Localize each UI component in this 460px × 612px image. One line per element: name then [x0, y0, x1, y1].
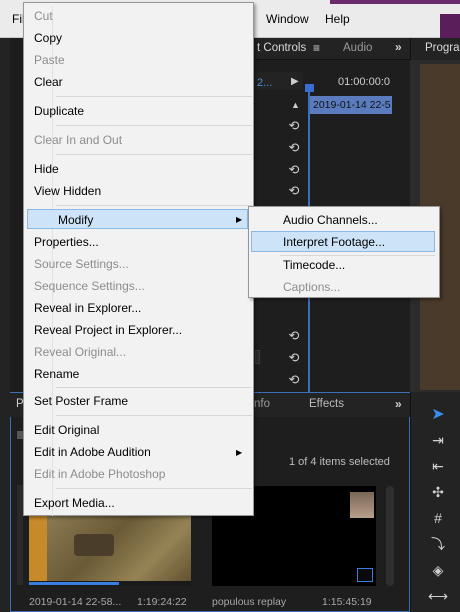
menu-item-cut[interactable]: Cut [24, 6, 229, 26]
sequence-badge-icon [357, 568, 373, 582]
reset-icon[interactable]: ⟲ [287, 373, 301, 387]
slip-icon[interactable]: ◈ [428, 561, 448, 579]
menu-separator [56, 415, 252, 416]
tab-audio[interactable]: Audio [343, 42, 372, 54]
scrollbar[interactable] [386, 486, 394, 586]
tab-effect-controls[interactable]: t Controls [257, 42, 306, 54]
selection-tool-icon[interactable]: ➤ [428, 406, 448, 424]
thumbnail-scrub-progress [29, 582, 119, 585]
reset-icon[interactable]: ⟲ [287, 329, 301, 343]
window-accent-strip [330, 0, 460, 4]
slide-icon[interactable]: ⟷ [428, 587, 448, 605]
menu-separator [56, 488, 252, 489]
menu-item-hide[interactable]: Hide [24, 159, 229, 179]
menu-item-reveal-in-explorer[interactable]: Reveal in Explorer... [24, 298, 229, 318]
menu-item-export-media[interactable]: Export Media... [24, 493, 229, 513]
rolling-edit-icon[interactable]: ✣ [428, 483, 448, 501]
ripple-edit-icon[interactable]: ⇤ [428, 457, 448, 475]
menu-item-view-hidden[interactable]: View Hidden [24, 181, 229, 201]
menu-item-properties[interactable]: Properties... [24, 232, 229, 252]
tab-program[interactable]: Program [425, 42, 460, 54]
playhead-marker[interactable] [305, 84, 314, 92]
clip-duration: 1:15:45:19 [322, 596, 372, 608]
clip-name[interactable]: populous replay [212, 596, 286, 608]
tools-panel [410, 392, 460, 612]
rate-stretch-icon[interactable]: # [428, 509, 448, 527]
chevron-right-icon[interactable]: » [395, 397, 402, 411]
clip-duration: 1:19:24:22 [137, 596, 187, 608]
menu-separator [56, 125, 252, 126]
clip-name[interactable]: 2019-01-14 22-58... [29, 596, 121, 608]
items-selected-count: 1 of 4 items selected [289, 456, 390, 468]
menu-window[interactable]: Window [266, 12, 309, 26]
menu-item-paste[interactable]: Paste [24, 50, 229, 70]
menu-item-reveal-project[interactable]: Reveal Project in Explorer... [24, 320, 229, 340]
menu-item-timecode[interactable]: Timecode... [283, 258, 345, 272]
reset-icon[interactable]: ⟲ [287, 141, 301, 155]
tab-effects[interactable]: Effects [309, 398, 344, 410]
chevron-right-icon[interactable]: » [395, 40, 402, 54]
razor-icon[interactable]: ⤵ [428, 535, 448, 553]
ec-timecode: 01:00:00:0 [338, 76, 390, 88]
menu-item-clear-in-out[interactable]: Clear In and Out [24, 130, 229, 150]
menu-item-source-settings[interactable]: Source Settings... [24, 254, 229, 274]
menu-item-duplicate[interactable]: Duplicate [24, 101, 229, 121]
clip-thumbnail[interactable] [29, 516, 191, 586]
menu-item-interpret-footage[interactable]: Interpret Footage... [283, 235, 385, 249]
menu-help[interactable]: Help [325, 12, 350, 26]
menu-item-set-poster-frame[interactable]: Set Poster Frame [24, 391, 229, 411]
menu-item-sequence-settings[interactable]: Sequence Settings... [24, 276, 229, 296]
ec-value-field[interactable] [255, 350, 260, 364]
reset-icon[interactable]: ⟲ [287, 351, 301, 365]
thumbnail-detail [74, 534, 114, 556]
thumbnail-ui-sidebar [29, 516, 47, 586]
menu-item-audio-channels[interactable]: Audio Channels... [283, 213, 378, 227]
menu-separator [280, 255, 435, 256]
program-monitor-header: Program [410, 38, 460, 60]
menu-separator [56, 387, 252, 388]
webcam-thumbnail [350, 492, 374, 518]
collapse-up-icon[interactable]: ▲ [291, 100, 300, 110]
menu-item-rename[interactable]: Rename [24, 364, 229, 384]
submenu-arrow-icon: ▶ [236, 448, 243, 457]
menu-item-captions[interactable]: Captions... [283, 280, 340, 294]
menu-item-edit-original[interactable]: Edit Original [24, 420, 229, 440]
left-panel-edge [0, 38, 10, 612]
ec-clip-bar[interactable]: 2019-01-14 22-5 [310, 96, 392, 114]
reset-icon[interactable]: ⟲ [287, 119, 301, 133]
menu-item-modify[interactable]: Modify [27, 209, 248, 229]
effect-controls-header: t Controls ≡ Audio » [255, 38, 410, 60]
menu-separator [56, 96, 252, 97]
menu-item-clear[interactable]: Clear [24, 72, 229, 92]
menu-separator [56, 154, 252, 155]
thumbnail-image [47, 516, 191, 586]
hamburger-icon[interactable]: ≡ [313, 41, 320, 55]
menu-item-reveal-original[interactable]: Reveal Original... [24, 342, 229, 362]
play-icon[interactable]: ▶ [291, 76, 299, 87]
menu-item-edit-in-photoshop[interactable]: Edit in Adobe Photoshop [24, 464, 229, 484]
menu-separator [56, 205, 252, 206]
menu-item-edit-in-audition[interactable]: Edit in Adobe Audition [24, 442, 229, 462]
tab-info[interactable]: nfo [254, 398, 270, 410]
reset-icon[interactable]: ⟲ [287, 163, 301, 177]
track-select-icon[interactable]: ⇥ [428, 431, 448, 449]
app-accent [440, 14, 460, 38]
submenu-arrow-icon: ▶ [236, 215, 243, 224]
reset-icon[interactable]: ⟲ [287, 184, 301, 198]
ec-sequence-link[interactable]: 2... [257, 77, 272, 89]
menu-item-copy[interactable]: Copy [24, 28, 229, 48]
